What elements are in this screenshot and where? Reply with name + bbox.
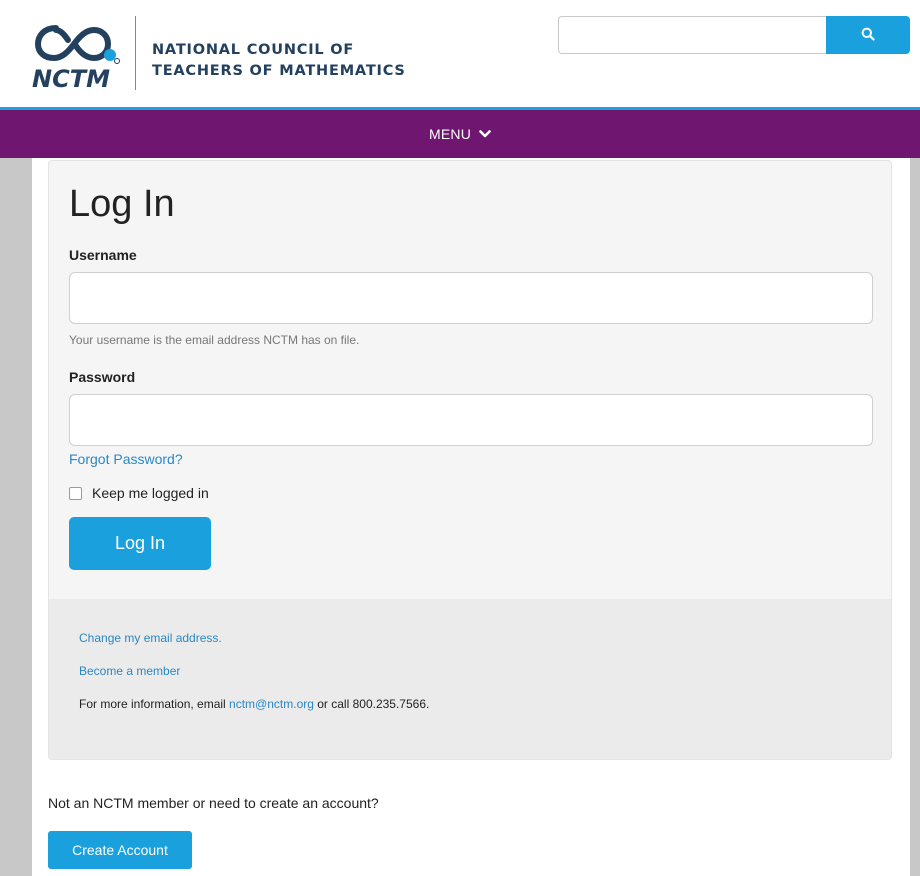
org-name-line2: TEACHERS OF MATHEMATICS xyxy=(152,63,406,79)
login-button[interactable]: Log In xyxy=(69,517,211,570)
username-label: Username xyxy=(69,247,137,263)
menu-label: MENU xyxy=(428,126,472,142)
become-member-link[interactable]: Become a member xyxy=(79,664,180,678)
left-gutter xyxy=(0,158,32,876)
contact-info: For more information, email nctm@nctm.or… xyxy=(79,697,429,711)
logo-abbrev: NCTM xyxy=(32,65,110,93)
password-field[interactable] xyxy=(69,394,873,446)
chevron-down-icon xyxy=(479,126,491,142)
org-name: NATIONAL COUNCIL OF TEACHERS OF MATHEMAT… xyxy=(152,40,406,82)
remember-me: Keep me logged in xyxy=(69,485,209,501)
contact-info-suffix: or call 800.235.7566. xyxy=(313,697,430,711)
search-icon xyxy=(861,27,875,44)
login-panel: Log In Username Your username is the ema… xyxy=(48,160,892,760)
contact-info-prefix: For more information, email xyxy=(79,697,230,711)
menu-toggle[interactable]: MENU xyxy=(429,126,491,142)
login-form: Log In Username Your username is the ema… xyxy=(49,161,891,599)
main-nav: MENU xyxy=(0,110,920,158)
search-input[interactable] xyxy=(558,16,828,54)
forgot-password-link[interactable]: Forgot Password? xyxy=(69,451,183,467)
login-help-section xyxy=(49,599,891,759)
remember-checkbox[interactable] xyxy=(69,486,82,500)
contact-email-link[interactable]: nctm@nctm.org xyxy=(229,697,314,711)
signup-prompt: Not an NCTM member or need to create an … xyxy=(48,795,379,811)
site-header: NCTM NATIONAL COUNCIL OF TEACHERS OF MAT… xyxy=(0,0,920,108)
search-bar xyxy=(558,16,910,54)
username-help-text: Your username is the email address NCTM … xyxy=(69,333,360,347)
org-name-line1: NATIONAL COUNCIL OF xyxy=(152,42,355,58)
create-account-button[interactable]: Create Account xyxy=(48,831,192,869)
search-button[interactable] xyxy=(826,16,910,54)
right-gutter xyxy=(910,158,920,876)
nctm-logo[interactable]: NCTM xyxy=(30,14,130,94)
remember-label: Keep me logged in xyxy=(92,485,209,501)
password-label: Password xyxy=(69,369,136,385)
change-email-link[interactable]: Change my email address. xyxy=(79,631,222,645)
page-title: Log In xyxy=(69,183,175,225)
username-field[interactable] xyxy=(69,272,873,324)
logo-divider xyxy=(135,16,136,90)
